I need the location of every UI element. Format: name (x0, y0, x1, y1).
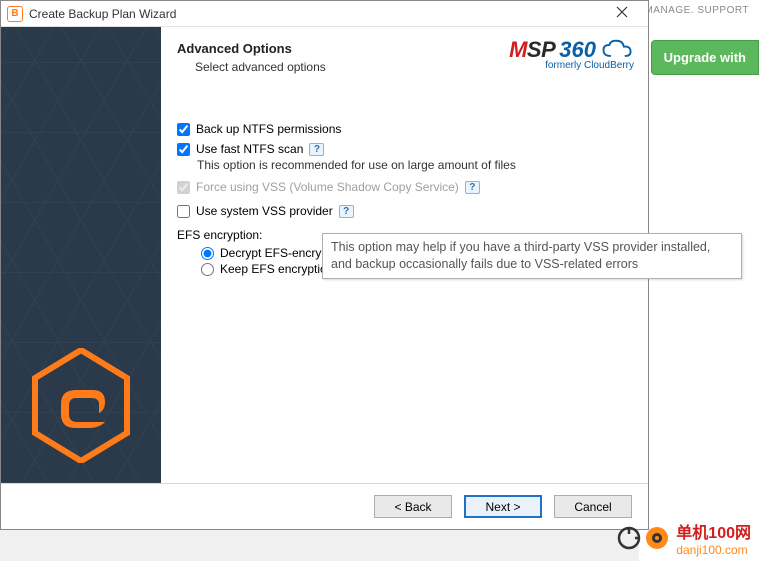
close-button[interactable] (602, 5, 642, 23)
fast-ntfs-scan-note: This option is recommended for use on la… (197, 158, 632, 172)
cancel-button[interactable]: Cancel (554, 495, 632, 518)
system-vss-checkbox[interactable] (177, 205, 190, 218)
force-vss-label: Force using VSS (Volume Shadow Copy Serv… (196, 180, 459, 194)
bg-top-text: MANAGE. SUPPORT (644, 5, 749, 16)
efs-keep-label: Keep EFS encryption (220, 262, 333, 276)
system-vss-label: Use system VSS provider (196, 204, 333, 218)
app-background: MANAGE. SUPPORT Upgrade with (639, 0, 759, 561)
close-icon (616, 6, 628, 18)
help-icon[interactable]: ? (309, 143, 324, 156)
brand-logo: MSP360 formerly CloudBerry (509, 37, 634, 71)
tooltip: This option may help if you have a third… (322, 233, 742, 279)
efs-decrypt-radio[interactable] (201, 247, 214, 260)
backup-ntfs-checkbox[interactable] (177, 123, 190, 136)
watermark-icon (616, 525, 670, 551)
back-button[interactable]: < Back (374, 495, 452, 518)
help-icon[interactable]: ? (465, 181, 480, 194)
watermark: 单机100网 danji100.com (616, 519, 751, 557)
next-button[interactable]: Next > (464, 495, 542, 518)
fast-ntfs-scan-label: Use fast NTFS scan (196, 142, 303, 156)
force-vss-checkbox (177, 181, 190, 194)
window-title: Create Backup Plan Wizard (29, 7, 602, 21)
cloud-icon (600, 39, 634, 61)
brand-hex-icon (31, 348, 131, 463)
upgrade-button[interactable]: Upgrade with (651, 40, 759, 75)
watermark-text-cn: 单机100网 (676, 519, 751, 543)
help-icon[interactable]: ? (339, 205, 354, 218)
watermark-url: danji100.com (676, 543, 751, 557)
backup-ntfs-label: Back up NTFS permissions (196, 122, 341, 136)
title-bar: B Create Backup Plan Wizard (1, 1, 648, 27)
wizard-footer: < Back Next > Cancel (1, 483, 648, 529)
efs-keep-radio[interactable] (201, 263, 214, 276)
app-icon: B (7, 6, 23, 22)
fast-ntfs-scan-checkbox[interactable] (177, 143, 190, 156)
wizard-sidebar (1, 27, 161, 483)
